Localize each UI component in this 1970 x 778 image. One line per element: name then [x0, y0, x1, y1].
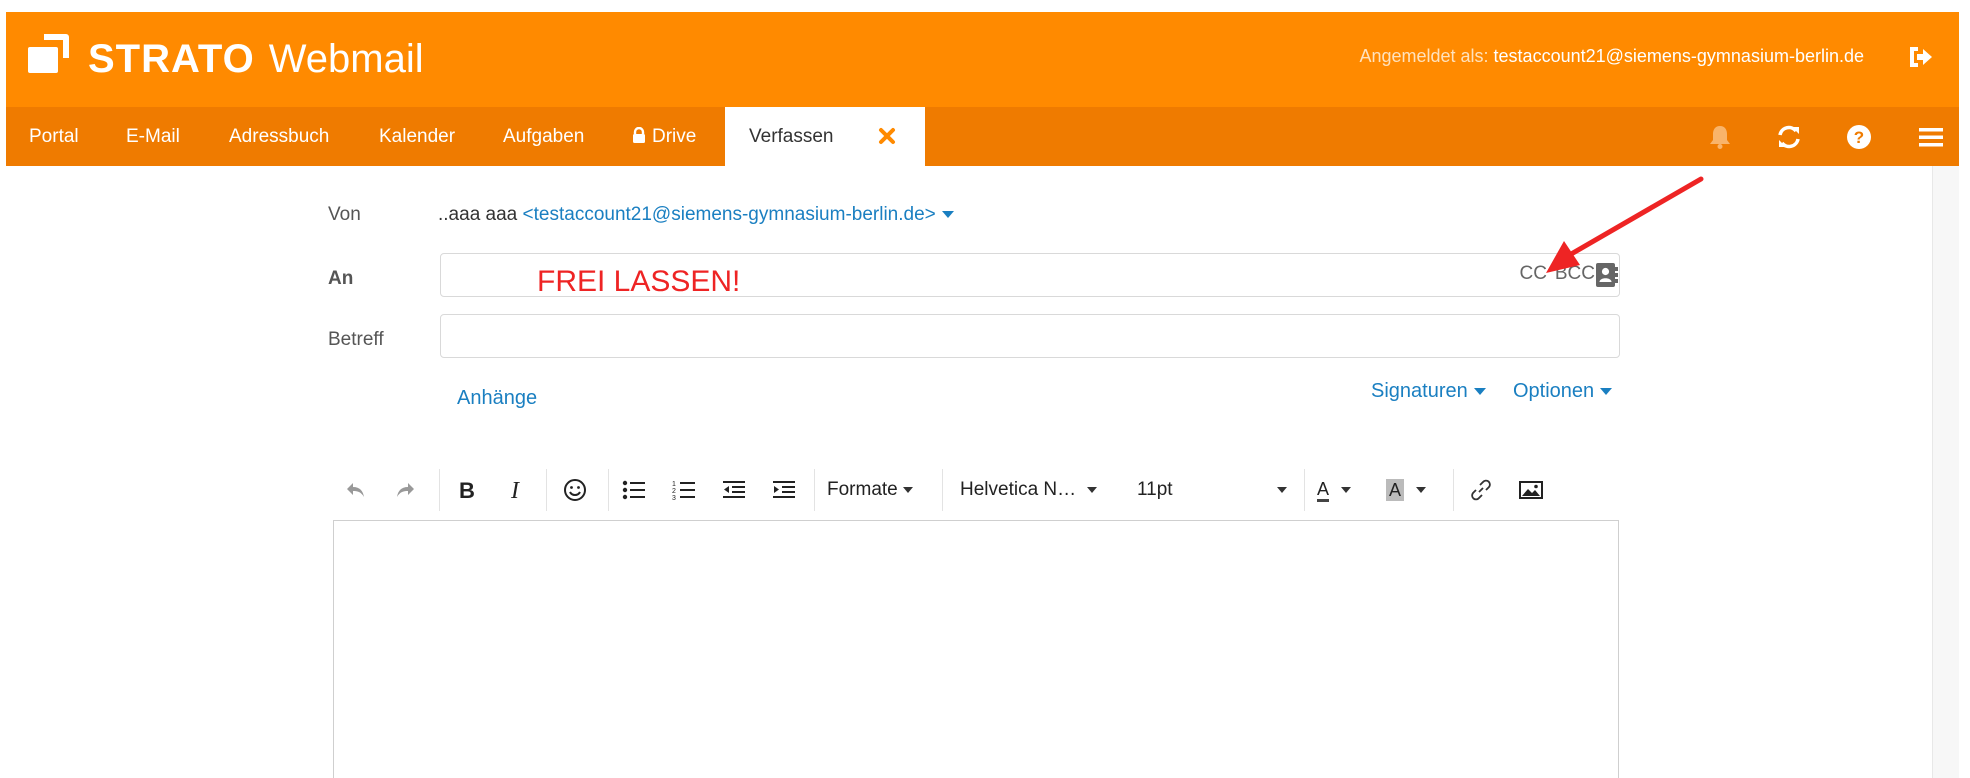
- nav-portal[interactable]: Portal: [29, 107, 79, 166]
- svg-text:1: 1: [672, 481, 676, 488]
- from-name: ..aaa aaa: [438, 204, 518, 225]
- background-color-picker[interactable]: A: [1386, 473, 1440, 507]
- nav-drive[interactable]: Drive: [632, 107, 696, 166]
- numbered-list-icon[interactable]: 123: [669, 473, 699, 507]
- vertical-scrollbar[interactable]: [1932, 166, 1959, 778]
- options-dropdown[interactable]: Optionen: [1513, 380, 1613, 403]
- font-family-label: Helvetica N…: [960, 479, 1077, 500]
- annotation-arrow-icon: [1546, 176, 1704, 273]
- toolbar-divider: [942, 469, 943, 511]
- formats-label: Formate: [827, 479, 898, 500]
- toolbar-divider: [439, 469, 440, 511]
- login-label: Angemeldet als:: [1359, 46, 1489, 66]
- link-icon[interactable]: [1466, 473, 1496, 507]
- svg-text:B: B: [459, 479, 475, 501]
- logo-product-text: Webmail: [268, 36, 424, 81]
- emoji-icon[interactable]: [560, 473, 590, 507]
- annotation-text: FREI LASSEN!: [537, 265, 741, 298]
- svg-text:I: I: [510, 479, 520, 501]
- indent-icon[interactable]: [769, 473, 799, 507]
- svg-text:2: 2: [672, 488, 676, 495]
- nav-drive-label: Drive: [652, 126, 697, 147]
- from-label: Von: [328, 204, 361, 225]
- nav-addressbook[interactable]: Adressbuch: [229, 107, 329, 166]
- bold-icon[interactable]: B: [452, 473, 482, 507]
- chevron-down-icon: [903, 487, 914, 493]
- to-label: An: [328, 268, 354, 289]
- main-navigation: Portal E-Mail Adressbuch Kalender Aufgab…: [6, 107, 1959, 166]
- chevron-down-icon: [1086, 487, 1097, 493]
- undo-icon[interactable]: [341, 473, 371, 507]
- background-color-icon: A: [1386, 479, 1405, 501]
- redo-icon[interactable]: [390, 473, 420, 507]
- close-icon[interactable]: [877, 126, 897, 146]
- subject-label: Betreff: [328, 329, 384, 350]
- text-color-picker[interactable]: A: [1317, 473, 1367, 507]
- logout-icon[interactable]: [1907, 44, 1935, 70]
- help-icon[interactable]: ?: [1845, 123, 1873, 151]
- font-size-label: 11pt: [1137, 479, 1173, 500]
- refresh-icon[interactable]: [1775, 123, 1803, 151]
- subject-input[interactable]: [440, 314, 1620, 358]
- formats-dropdown[interactable]: Formate: [827, 473, 927, 507]
- signatures-label: Signaturen: [1371, 380, 1468, 402]
- svg-text:?: ?: [1854, 128, 1864, 147]
- image-icon[interactable]: [1516, 473, 1546, 507]
- chevron-down-icon: [1473, 388, 1486, 396]
- tab-compose[interactable]: Verfassen: [725, 107, 925, 166]
- chevron-down-icon: [1600, 388, 1613, 396]
- toolbar-divider: [1304, 469, 1305, 511]
- nav-calendar[interactable]: Kalender: [379, 107, 455, 166]
- nav-email[interactable]: E-Mail: [126, 107, 180, 166]
- menu-icon[interactable]: [1917, 123, 1945, 151]
- options-label: Optionen: [1513, 380, 1595, 402]
- editor-toolbar: B I 123 Formate Helvetica N… 11pt A A: [333, 465, 1619, 515]
- nav-tasks[interactable]: Aufgaben: [503, 107, 584, 166]
- font-size-dropdown[interactable]: 11pt: [1137, 473, 1297, 507]
- from-sender-select[interactable]: ..aaa aaa <testaccount21@siemens-gymnasi…: [438, 204, 954, 226]
- login-info: Angemeldet als: testaccount21@siemens-gy…: [1359, 46, 1864, 67]
- toolbar-divider: [814, 469, 815, 511]
- svg-text:3: 3: [672, 495, 676, 501]
- lock-icon: [633, 126, 645, 143]
- chevron-down-icon: [1341, 487, 1352, 493]
- login-email: testaccount21@siemens-gymnasium-berlin.d…: [1493, 46, 1864, 66]
- signatures-dropdown[interactable]: Signaturen: [1371, 380, 1486, 403]
- italic-icon[interactable]: I: [500, 473, 530, 507]
- top-header: STRATO Webmail Angemeldet als: testaccou…: [6, 12, 1959, 107]
- chevron-down-icon: [1416, 487, 1427, 493]
- from-email: <testaccount21@siemens-gymnasium-berlin.…: [522, 204, 936, 225]
- strato-logo[interactable]: STRATO Webmail: [28, 34, 424, 84]
- logo-brand-text: STRATO: [88, 36, 255, 81]
- toolbar-divider: [546, 469, 547, 511]
- chevron-down-icon: [941, 211, 954, 219]
- text-color-icon: A: [1317, 479, 1330, 502]
- notification-bell-icon[interactable]: [1706, 123, 1734, 151]
- toolbar-divider: [1453, 469, 1454, 511]
- toolbar-divider: [608, 469, 609, 511]
- message-body-editor[interactable]: [333, 520, 1619, 778]
- tab-compose-label: Verfassen: [749, 126, 834, 147]
- strato-logo-icon: [28, 34, 78, 84]
- attachments-link[interactable]: Anhänge: [457, 387, 537, 410]
- outdent-icon[interactable]: [719, 473, 749, 507]
- chevron-down-icon: [1277, 487, 1287, 493]
- webmail-window: STRATO Webmail Angemeldet als: testaccou…: [6, 12, 1959, 778]
- bullet-list-icon[interactable]: [619, 473, 649, 507]
- font-family-dropdown[interactable]: Helvetica N…: [960, 473, 1120, 507]
